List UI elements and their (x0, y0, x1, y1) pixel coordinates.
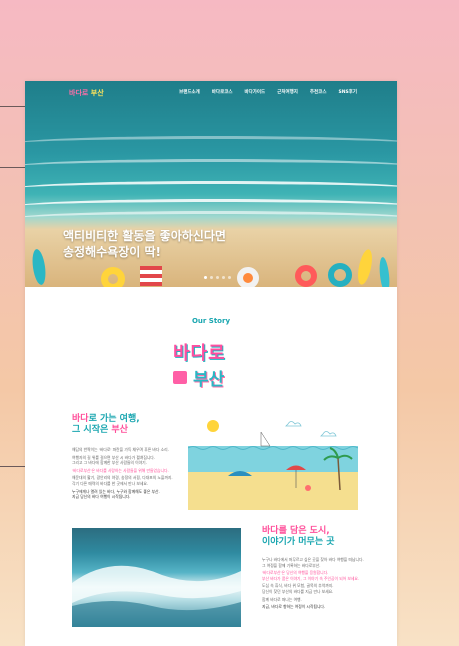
slider-dot[interactable] (210, 276, 213, 279)
beach-illustration (188, 420, 358, 510)
top-nav: 바다로 부산 브랜드소개 바다로코스 바다가이드 근처여행지 추천코스 SNS후… (25, 87, 397, 101)
sand (188, 472, 358, 510)
wave-photo (72, 528, 241, 627)
sailboat-icon (260, 431, 271, 447)
swim-ring-icon (295, 265, 317, 287)
beach-ball-icon (237, 267, 259, 287)
wave-line (25, 211, 397, 226)
paragraph: 각기 다른 매력의 바다를 한 곳에서 만나 보세요. (72, 480, 149, 486)
cloud-icon (320, 431, 337, 437)
title-highlight: 바다 (72, 414, 89, 424)
title-text: 이야기가 머무는 곳 (262, 537, 335, 547)
section1-title: 바다로 가는 여행, 그 시작은 부산 (72, 414, 140, 436)
menu-item-guide[interactable]: 바다가이드 (245, 89, 266, 95)
title-highlight: 부산 (111, 425, 128, 435)
section2-body: 누구나 바다에서 머무르고 싶은 곳을 찾아 바다 여행을 떠납니다. 그 여정… (262, 557, 377, 610)
suitcase-icon (173, 371, 187, 384)
title-text: 를 담은 도시, (278, 526, 330, 536)
logo-part2: 부산 (90, 89, 104, 97)
slider-dot[interactable] (222, 276, 225, 279)
paragraph: 부산 바다가 품은 이야기, 그 이야기 속 주인공이 되어 보세요. (262, 575, 360, 581)
surfboard-icon (355, 248, 375, 286)
paragraph: 함께 바다로 떠나는 여행. (262, 596, 302, 602)
logo-part1: 바다로 (69, 89, 89, 97)
title-highlight: 바다 (262, 526, 279, 536)
paragraph: '바다로부산'은 바다를 사랑하는 사람들을 위해 만들었습니다. (72, 467, 169, 473)
paragraph: 지금, 바다로 향하는 여정이 시작됩니다. (262, 604, 326, 610)
paragraph: 그리고 그 바다에 함께한 부산 사람들의 이야기. (72, 460, 147, 466)
guide-line-mid (0, 167, 25, 168)
paragraph: 누구나 바다에서 머무르고 싶은 곳을 찾아 바다 여행을 떠납니다. (262, 557, 364, 562)
main-menu: 브랜드소개 바다로코스 바다가이드 근처여행지 추천코스 SNS후기 (179, 89, 357, 95)
wave-line (25, 159, 397, 174)
logo-line2: 부산 (193, 370, 225, 390)
paragraph: 그 여정을 함께 기록하는 바다로부산. (262, 562, 321, 568)
site-logo[interactable]: 바다로 부산 (69, 88, 104, 98)
wave-line (25, 136, 397, 151)
swim-ring-icon (101, 267, 125, 287)
guide-line-top (0, 106, 25, 107)
menu-item-course[interactable]: 바다로코스 (212, 89, 233, 95)
paragraph: 지금 당신의 바다 여행이 시작됩니다. (72, 494, 131, 500)
wave-photo-art (72, 565, 241, 627)
slider-dots (204, 276, 231, 279)
surfboard-icon (378, 256, 391, 287)
website-mockup: 바다로 부산 브랜드소개 바다로코스 바다가이드 근처여행지 추천코스 SNS후… (25, 81, 397, 646)
paragraph: 해답의 반짝이는 '바다로' 파란을 가득 채우며 푸른 바다 소리. (72, 447, 169, 452)
slider-dot[interactable] (216, 276, 219, 279)
guide-line-low (0, 466, 25, 467)
logo-line1: 바다로 (173, 343, 226, 364)
paragraph: 당신이 찾던 부산의 바다를 지금 만나 보세요. (262, 588, 334, 594)
sun-icon (207, 420, 219, 432)
swim-ring-icon (328, 263, 352, 287)
brand-logo-large: 바다로 부산 (173, 339, 253, 393)
menu-item-sns[interactable]: SNS후기 (338, 89, 357, 95)
hero-headline: 액티비티한 활동을 좋아하신다면 송정해수욕장이 딱! (63, 229, 226, 259)
cloud-icon (285, 421, 302, 427)
menu-item-recommend[interactable]: 추천코스 (310, 89, 327, 95)
wave-line (25, 181, 397, 196)
section1-body: 해답의 반짝이는 '바다로' 파란을 가득 채우며 푸른 바다 소리. 여행자의… (72, 447, 182, 500)
slider-dot[interactable] (204, 276, 207, 279)
section-title-our-story: Our Story (191, 317, 231, 325)
beach-ball-icon (305, 485, 311, 491)
surfboard-icon (30, 248, 48, 286)
slider-dot[interactable] (228, 276, 231, 279)
towel-icon (140, 266, 162, 286)
menu-item-brand[interactable]: 브랜드소개 (179, 89, 200, 95)
title-text: 그 시작은 (72, 425, 112, 435)
title-text: 로 가는 여행, (88, 414, 140, 424)
section2-title: 바다를 담은 도시, 이야기가 머무는 곳 (262, 526, 335, 548)
menu-item-nearby[interactable]: 근처여행지 (277, 89, 298, 95)
hero-banner: 바다로 부산 브랜드소개 바다로코스 바다가이드 근처여행지 추천코스 SNS후… (25, 81, 397, 287)
